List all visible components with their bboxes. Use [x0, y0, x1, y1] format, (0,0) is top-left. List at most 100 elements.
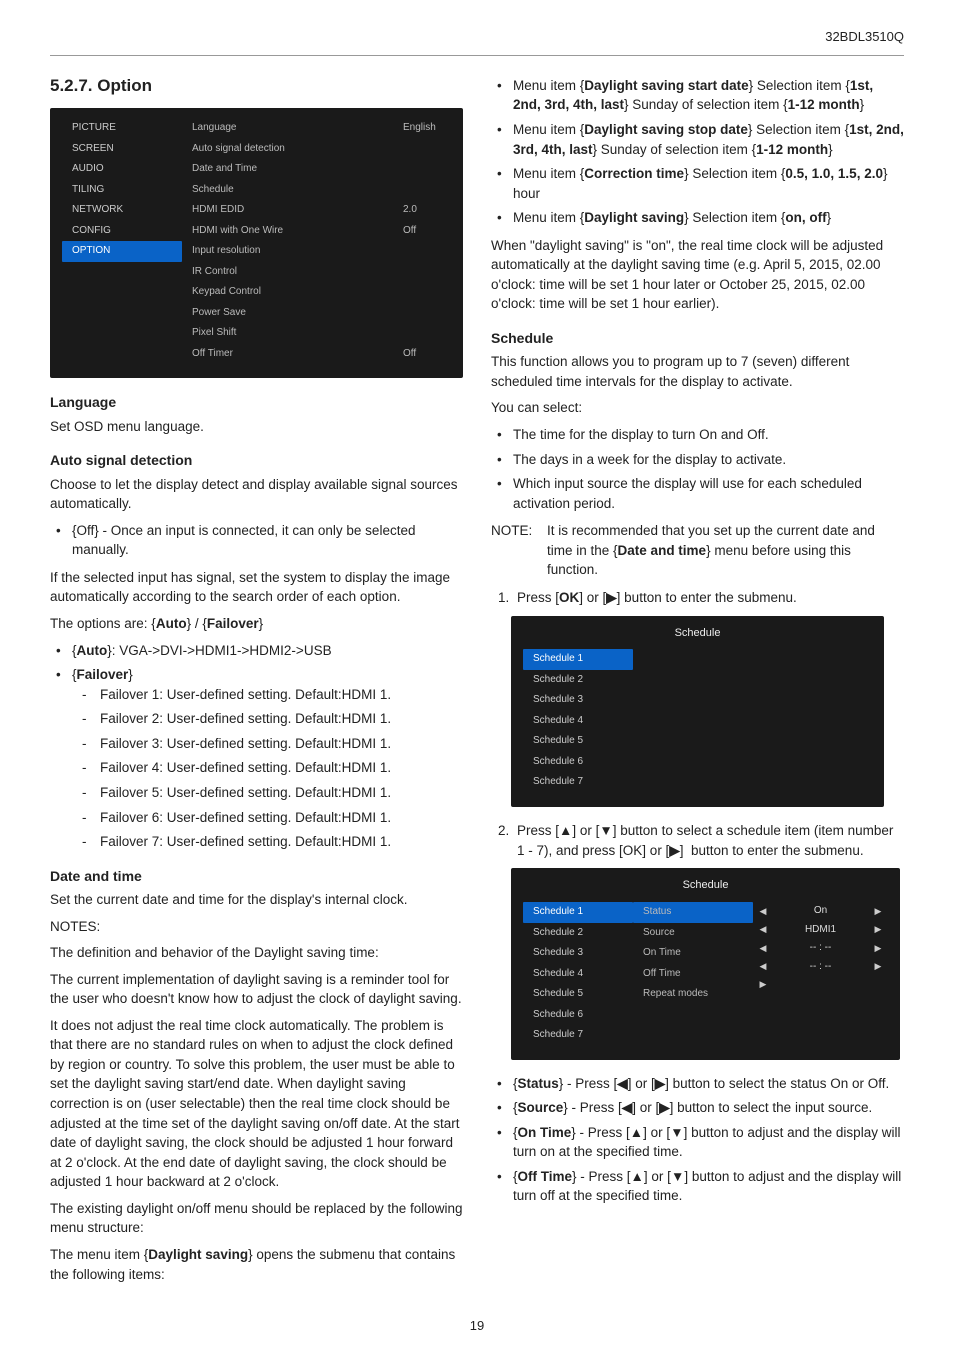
osd-field-label: On Time: [633, 943, 753, 964]
list-item: {On Time} - Press [▲] or [▼] button to a…: [513, 1123, 904, 1162]
osd-schedule-item: Schedule 4: [523, 711, 633, 732]
osd-schedule-item: Schedule 3: [523, 943, 633, 964]
osd-setting-value: Off: [393, 344, 451, 365]
body-text: The existing daylight on/off menu should…: [50, 1199, 463, 1238]
osd-setting-value: [393, 262, 451, 283]
list-item: {Off} - Once an input is connected, it c…: [72, 521, 463, 560]
note: NOTE: It is recommended that you set up …: [491, 521, 904, 580]
osd-menu-item: CONFIG: [62, 221, 182, 242]
body-text: If the selected input has signal, set th…: [50, 568, 463, 607]
osd-menu-item: AUDIO: [62, 159, 182, 180]
osd-setting-value: Off: [393, 221, 451, 242]
list-item: Failover 7: User-defined setting. Defaul…: [100, 832, 463, 852]
divider: [50, 55, 904, 56]
osd-schedule-item: Schedule 7: [523, 772, 633, 793]
body-text: It does not adjust the real time clock a…: [50, 1016, 463, 1192]
osd-option-menu: PICTURESCREENAUDIOTILINGNETWORKCONFIGOPT…: [50, 108, 463, 378]
list-item: The time for the display to turn On and …: [513, 425, 904, 445]
step-item: Press [OK] or [▶] button to enter the su…: [513, 588, 904, 608]
body-text: Set OSD menu language.: [50, 417, 463, 437]
osd-setting-label: Pixel Shift: [182, 323, 393, 344]
osd-schedule-item: Schedule 1: [523, 649, 633, 670]
osd-schedule-item: Schedule 2: [523, 923, 633, 944]
osd-setting-value: 2.0: [393, 200, 451, 221]
schedule-heading: Schedule: [491, 328, 904, 348]
osd-schedule-item: Schedule 7: [523, 1025, 633, 1046]
osd-setting-value: [393, 180, 451, 201]
left-column: 5.2.7. Option PICTURESCREENAUDIOTILINGNE…: [50, 74, 463, 1291]
body-text: The definition and behavior of the Dayli…: [50, 943, 463, 963]
list-item: {Off Time} - Press [▲] or [▼] button to …: [513, 1167, 904, 1206]
osd-setting-value: [393, 282, 451, 303]
osd-setting-label: Auto signal detection: [182, 139, 393, 160]
osd-setting-label: Date and Time: [182, 159, 393, 180]
osd-schedule-list: Schedule Schedule 1Schedule 2Schedule 3S…: [511, 616, 884, 807]
osd-menu-item: SCREEN: [62, 139, 182, 160]
osd-field-label: Repeat modes: [633, 984, 753, 1005]
osd-menu-item: NETWORK: [62, 200, 182, 221]
list-item: Which input source the display will use …: [513, 474, 904, 513]
osd-setting-value: [393, 159, 451, 180]
list-item: {Failover} Failover 1: User-defined sett…: [72, 665, 463, 852]
step-item: Press [▲] or [▼] button to select a sche…: [513, 821, 904, 860]
body-text: The menu item {Daylight saving} opens th…: [50, 1245, 463, 1284]
list-item: Failover 6: User-defined setting. Defaul…: [100, 808, 463, 828]
right-column: Menu item {Daylight saving start date} S…: [491, 74, 904, 1291]
osd-setting-label: Input resolution: [182, 241, 393, 262]
osd-schedule-item: Schedule 3: [523, 690, 633, 711]
list-item: Menu item {Daylight saving stop date} Se…: [513, 120, 904, 159]
osd-setting-value: [393, 241, 451, 262]
osd-setting-value: [393, 323, 451, 344]
osd-schedule-detail: Schedule Schedule 1Schedule 2Schedule 3S…: [511, 868, 900, 1059]
list-item: The days in a week for the display to ac…: [513, 450, 904, 470]
list-item: {Status} - Press [◀] or [▶] button to se…: [513, 1074, 904, 1094]
list-item: Failover 4: User-defined setting. Defaul…: [100, 758, 463, 778]
body-text: The current implementation of daylight s…: [50, 970, 463, 1009]
list-item: Failover 3: User-defined setting. Defaul…: [100, 734, 463, 754]
body-text: Set the current date and time for the di…: [50, 890, 463, 910]
osd-schedule-item: Schedule 5: [523, 984, 633, 1005]
body-text: NOTES:: [50, 917, 463, 937]
osd-setting-label: IR Control: [182, 262, 393, 283]
osd-schedule-item: Schedule 1: [523, 902, 633, 923]
list-item: {Auto}: VGA->DVI->HDMI1->HDMI2->USB: [72, 641, 463, 661]
osd-field-value: ◀HDMI1▶: [753, 921, 888, 940]
osd-setting-label: HDMI with One Wire: [182, 221, 393, 242]
list-item: Failover 2: User-defined setting. Defaul…: [100, 709, 463, 729]
list-item: Menu item {Correction time} Selection it…: [513, 164, 904, 203]
asd-heading: Auto signal detection: [50, 450, 463, 470]
list-item: Failover 5: User-defined setting. Defaul…: [100, 783, 463, 803]
list-item: Menu item {Daylight saving start date} S…: [513, 76, 904, 115]
language-heading: Language: [50, 392, 463, 412]
osd-setting-value: English: [393, 118, 451, 139]
osd-setting-label: Power Save: [182, 303, 393, 324]
body-text: You can select:: [491, 398, 904, 418]
osd-menu-item: PICTURE: [62, 118, 182, 139]
osd-field-label: Status: [633, 902, 753, 923]
datetime-heading: Date and time: [50, 866, 463, 886]
body-text: This function allows you to program up t…: [491, 352, 904, 391]
osd-schedule-item: Schedule 4: [523, 964, 633, 985]
osd-setting-label: Off Timer: [182, 344, 393, 365]
list-item: Failover 1: User-defined setting. Defaul…: [100, 685, 463, 705]
osd-field-value: ◀-- : --▶: [753, 958, 888, 977]
osd-field-label: Source: [633, 923, 753, 944]
osd-setting-label: Keypad Control: [182, 282, 393, 303]
osd-setting-value: [393, 139, 451, 160]
page-number: 19: [50, 1317, 904, 1336]
body-text: The options are: {Auto} / {Failover}: [50, 614, 463, 634]
osd-menu-item: OPTION: [62, 241, 182, 262]
osd-setting-label: Schedule: [182, 180, 393, 201]
body-text: When "daylight saving" is "on", the real…: [491, 236, 904, 314]
model-number: 32BDL3510Q: [50, 28, 904, 47]
body-text: Choose to let the display detect and dis…: [50, 475, 463, 514]
list-item: Menu item {Daylight saving} Selection it…: [513, 208, 904, 228]
osd-schedule-item: Schedule 6: [523, 752, 633, 773]
osd-schedule-item: Schedule 2: [523, 670, 633, 691]
osd-setting-value: [393, 303, 451, 324]
osd-menu-item: TILING: [62, 180, 182, 201]
osd-schedule-item: Schedule 6: [523, 1005, 633, 1026]
osd-setting-label: Language: [182, 118, 393, 139]
osd-field-label: Off Time: [633, 964, 753, 985]
osd-field-value: ▶: [753, 976, 888, 993]
